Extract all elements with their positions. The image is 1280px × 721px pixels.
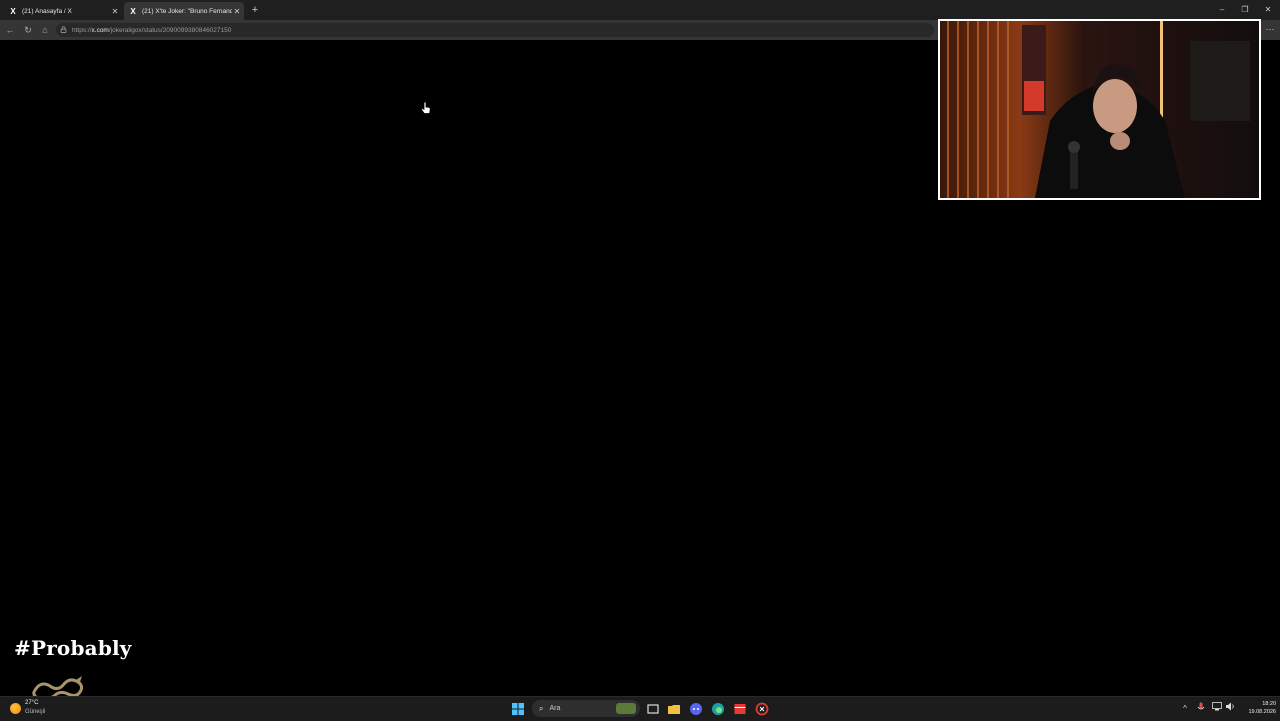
network-icon[interactable] xyxy=(1211,702,1223,716)
back-arrow-icon[interactable]: ← xyxy=(3,23,17,37)
reload-icon[interactable]: ↻ xyxy=(21,23,35,37)
address-bar[interactable]: https://x.com/jokeraligox/status/2090099… xyxy=(56,23,934,37)
hand-cursor-icon xyxy=(420,101,431,114)
close-icon[interactable]: ✕ xyxy=(232,7,242,16)
x-logo-icon: X xyxy=(130,6,136,16)
url-host: x.com xyxy=(91,26,109,34)
minimize-button[interactable]: – xyxy=(1212,3,1232,17)
opera-browser-icon[interactable] xyxy=(755,702,769,716)
url-path: /jokeraligox/status/2090099380846027150 xyxy=(108,26,232,34)
close-icon[interactable]: ✕ xyxy=(110,7,120,16)
windows-taskbar: 27°C Güneşli ⌕ Ara ^ 18:20 19.08.2026 xyxy=(0,696,1280,721)
weather-temperature[interactable]: 27°C xyxy=(25,700,38,706)
browser-tab-bar: X (21) Anasayfa / X ✕ X (21) X'te Joker:… xyxy=(0,0,1280,20)
calendar-app-icon[interactable] xyxy=(733,702,747,716)
windows-start-icon[interactable] xyxy=(511,702,525,716)
tab-label: (21) Anasayfa / X xyxy=(22,7,72,15)
close-window-button[interactable]: ✕ xyxy=(1258,3,1278,17)
volume-icon[interactable] xyxy=(1224,702,1236,716)
url-prefix: https:// xyxy=(72,26,92,34)
sun-weather-icon[interactable] xyxy=(10,703,21,714)
site-info-icon[interactable] xyxy=(60,25,70,35)
taskbar-search-box[interactable]: ⌕ Ara xyxy=(532,700,640,717)
microphone-icon[interactable] xyxy=(1195,702,1207,717)
task-view-icon[interactable] xyxy=(646,702,660,716)
discord-icon[interactable] xyxy=(689,702,703,716)
edge-browser-icon[interactable] xyxy=(711,702,725,716)
stream-overlay-hashtag: #Probably xyxy=(14,636,132,660)
new-tab-button[interactable]: + xyxy=(249,3,261,17)
search-label: Ara xyxy=(549,705,561,712)
tab-joker-post[interactable]: X (21) X'te Joker: "Bruno Fernandes ✕ xyxy=(124,2,244,20)
webcam-overlay xyxy=(938,19,1261,200)
restore-button[interactable]: ❐ xyxy=(1235,3,1255,17)
tab-label: (21) X'te Joker: "Bruno Fernandes xyxy=(142,7,232,15)
chevron-up-icon[interactable]: ^ xyxy=(1179,702,1191,716)
file-explorer-icon[interactable] xyxy=(667,702,681,716)
home-icon[interactable]: ⌂ xyxy=(38,23,52,37)
url-text: https://x.com/jokeraligox/status/2090099… xyxy=(72,27,231,34)
taskbar-clock[interactable]: 18:20 19.08.2026 xyxy=(1238,700,1276,716)
clock-time: 18:20 xyxy=(1262,701,1276,707)
search-icon: ⌕ xyxy=(539,703,544,713)
weather-condition[interactable]: Güneşli xyxy=(25,709,45,715)
search-highlight-icon xyxy=(616,703,636,714)
x-logo-icon: X xyxy=(10,6,16,16)
more-menu-icon[interactable]: ⋯ xyxy=(1264,23,1276,37)
tab-anasayfa[interactable]: X (21) Anasayfa / X ✕ xyxy=(4,2,122,20)
webcam-feed-image xyxy=(940,21,1259,198)
clock-date: 19.08.2026 xyxy=(1248,709,1276,715)
